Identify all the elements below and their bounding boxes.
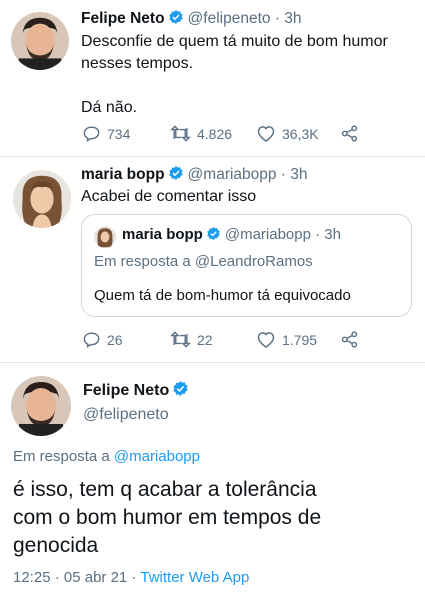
timestamp: · 3h	[315, 226, 341, 243]
tweet-text-line: Dá não.	[81, 99, 138, 116]
reply-to-handle: @LeandroRamos	[194, 253, 313, 270]
like-button[interactable]: 1.795	[256, 330, 317, 349]
separator: ·	[131, 569, 137, 586]
retweet-button[interactable]: 4.826	[170, 124, 232, 143]
verified-badge-icon	[168, 9, 184, 25]
avatar-felipe-neto[interactable]	[11, 12, 69, 70]
reply-context: Em resposta a @LeandroRamos	[94, 253, 313, 270]
share-icon	[341, 125, 358, 142]
username: @mariabopp	[224, 226, 311, 243]
divider	[0, 362, 425, 363]
tweet-text-line: nesses tempos.	[81, 55, 194, 72]
avatar-maria-bopp[interactable]	[13, 170, 71, 228]
avatar-maria-bopp-small	[94, 226, 116, 248]
reply-count: 734	[107, 125, 131, 142]
tweet-metadata: 12:25 · 05 abr 21 · Twitter Web App	[13, 569, 249, 586]
username[interactable]: @felipeneto	[83, 406, 169, 424]
reply-to-handle[interactable]: @mariabopp	[114, 448, 200, 465]
display-name[interactable]: Felipe Neto	[81, 10, 165, 27]
reply-count: 26	[107, 331, 123, 348]
username[interactable]: @mariabopp	[188, 166, 277, 183]
verified-badge-icon	[172, 380, 189, 397]
tweet-text: Acabei de comentar isso	[81, 188, 257, 205]
like-count: 1.795	[282, 331, 318, 348]
retweet-button[interactable]: 22	[170, 330, 213, 349]
tweet-header: Felipe Neto @felipeneto · 3h	[81, 9, 302, 28]
reply-icon	[83, 332, 100, 349]
reply-button[interactable]: 26	[82, 330, 123, 349]
verified-badge-icon	[206, 226, 221, 241]
retweet-count: 22	[197, 331, 213, 348]
like-count: 36,3K	[282, 125, 319, 142]
tweet-date[interactable]: 05 abr 21	[64, 569, 127, 586]
tweet-text-line: é isso, tem q acabar a tolerância	[13, 478, 317, 501]
retweet-count: 4.826	[197, 125, 233, 142]
tweet-header: maria bopp @mariabopp · 3h	[81, 165, 308, 184]
reply-icon	[83, 126, 100, 143]
share-icon	[341, 331, 358, 348]
quoted-tweet[interactable]: maria bopp @mariabopp · 3h Em resposta a …	[81, 214, 412, 317]
reply-context: Em resposta a @mariabopp	[13, 448, 200, 465]
timestamp[interactable]: · 3h	[275, 10, 302, 27]
tweet-text-blank	[81, 75, 411, 97]
tweet-time[interactable]: 12:25	[13, 569, 51, 586]
tweet-text: é isso, tem q acabar a tolerância com o …	[13, 476, 413, 560]
tweet-text-line: Desconfie de quem tá muito de bom humor	[81, 33, 388, 50]
retweet-icon	[170, 125, 191, 142]
username[interactable]: @felipeneto	[188, 10, 271, 27]
avatar-felipe-neto[interactable]	[11, 376, 71, 436]
reply-prefix: Em resposta a	[13, 448, 110, 465]
verified-badge-icon	[168, 165, 184, 181]
heart-icon	[257, 332, 275, 348]
tweet-source[interactable]: Twitter Web App	[140, 569, 249, 586]
timestamp[interactable]: · 3h	[281, 166, 308, 183]
reply-button[interactable]: 734	[82, 124, 130, 143]
display-name: maria bopp	[122, 226, 203, 243]
tweet-text-line: genocida	[13, 534, 99, 557]
tweet-text-line: com o bom humor em tempos de	[13, 506, 322, 529]
divider	[0, 156, 425, 157]
display-name-row: Felipe Neto	[83, 380, 193, 400]
heart-icon	[257, 126, 275, 142]
share-button[interactable]	[340, 330, 365, 349]
quoted-tweet-text: Quem tá de bom-humor tá equivocado	[94, 287, 351, 304]
separator: ·	[54, 569, 60, 586]
display-name[interactable]: maria bopp	[81, 166, 165, 183]
quoted-tweet-header: maria bopp @mariabopp · 3h	[122, 226, 341, 243]
tweet-text: Desconfie de quem tá muito de bom humor …	[81, 31, 411, 119]
share-button[interactable]	[340, 124, 365, 143]
display-name[interactable]: Felipe Neto	[83, 382, 169, 399]
reply-prefix: Em resposta a	[94, 253, 191, 270]
like-button[interactable]: 36,3K	[256, 124, 319, 143]
retweet-icon	[170, 331, 191, 348]
